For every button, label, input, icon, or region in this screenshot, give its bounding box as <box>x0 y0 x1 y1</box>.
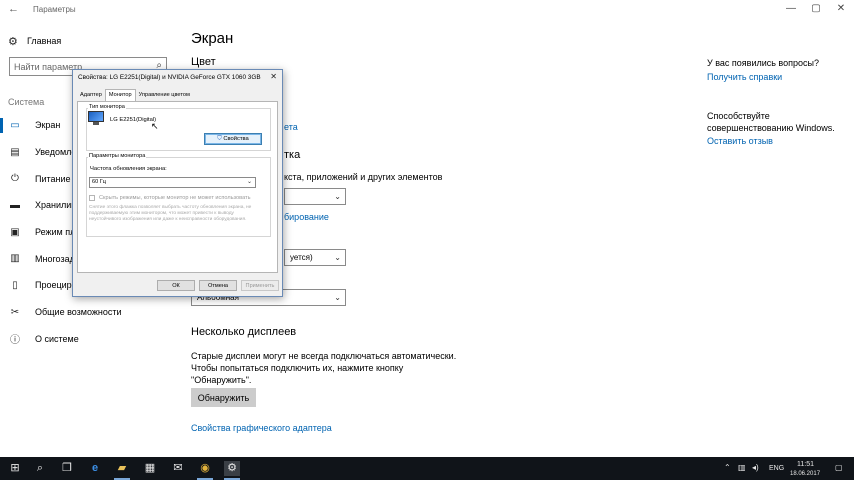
settings-icon[interactable]: ⚙ <box>224 461 240 476</box>
multiple-displays-description: Старые дисплеи могут не всегда подключат… <box>191 350 471 386</box>
taskbar: ⊞ ⌕ ❐ e ▰ ▦ ✉ ◉ ⚙ ⌃ ▥ ◂) ENG ▢ <box>0 457 854 480</box>
close-icon[interactable]: ✕ <box>270 72 277 81</box>
close-icon[interactable]: ✕ <box>831 3 851 14</box>
refresh-rate-label: Частота обновления экрана: <box>90 166 167 172</box>
description-line: Старые дисплеи могут не всегда подключат… <box>191 351 457 361</box>
display-icon: ▭ <box>10 119 20 131</box>
search-icon[interactable]: ⌕ <box>32 461 48 476</box>
monitor-icon <box>88 111 104 125</box>
back-arrow-icon[interactable]: ← <box>8 3 19 15</box>
tablet-icon: ▣ <box>10 226 20 238</box>
projecting-icon: ▯ <box>12 279 18 291</box>
notifications-icon: ▤ <box>10 146 20 158</box>
ok-button[interactable]: ОК <box>157 280 195 291</box>
chevron-down-icon: ⌄ <box>334 192 341 201</box>
refresh-rate-select[interactable]: 60 Гц ⌄ <box>89 177 256 188</box>
monitor-settings-group-label: Параметры монитора <box>88 153 147 159</box>
dialog-tabs: Адаптер Монитор Управление цветом <box>77 89 193 101</box>
color-heading: Цвет <box>191 56 216 68</box>
tab-color-management[interactable]: Управление цветом <box>136 90 193 101</box>
hide-modes-option: Скрыть режимы, которые монитор не может … <box>89 195 251 201</box>
gear-icon: ⚙ <box>8 35 18 48</box>
power-icon: ⏻ <box>11 173 19 185</box>
night-light-link[interactable]: ета <box>284 122 298 132</box>
custom-scaling-link[interactable]: бирование <box>284 212 329 222</box>
improve-windows-text: Способствуйте совершенствованию Windows. <box>707 111 835 133</box>
sidebar-home-label: Главная <box>27 36 62 46</box>
start-icon[interactable]: ⊞ <box>7 461 23 476</box>
adapter-properties-link[interactable]: Свойства графического адаптера <box>191 423 332 433</box>
info-icon: ⓘ <box>10 335 20 347</box>
hint-text: Снятие этого флажка позволяет выбрать ча… <box>89 205 252 222</box>
file-explorer-icon[interactable]: ▰ <box>114 461 130 476</box>
window-title: Параметры <box>33 5 76 14</box>
description-line: Чтобы попытаться подключить их, нажмите … <box>191 363 404 373</box>
sidebar-item-label: Экран <box>35 120 61 131</box>
minimize-icon[interactable]: — <box>781 3 801 14</box>
task-view-icon[interactable]: ❐ <box>59 461 75 476</box>
sidebar-home[interactable]: ⚙ Главная <box>8 34 61 48</box>
monitor-properties-dialog: Свойства: LG E2251(Digital) и NVIDIA GeF… <box>72 69 283 297</box>
chevron-down-icon: ⌄ <box>334 253 341 262</box>
properties-button-label: Свойства <box>223 135 249 142</box>
dialog-title: Свойства: LG E2251(Digital) и NVIDIA GeF… <box>78 74 261 81</box>
language-indicator[interactable]: ENG <box>769 465 784 472</box>
sidebar-item-label: Общие возможности <box>35 307 122 318</box>
scale-layout-heading: тка <box>284 149 301 161</box>
tab-adapter[interactable]: Адаптер <box>77 90 105 101</box>
apply-button: Применить <box>241 280 279 291</box>
multitasking-icon: ▥ <box>10 253 20 265</box>
sidebar-item-about[interactable]: ⓘ О системе <box>0 326 180 353</box>
tray-chevron-icon[interactable]: ⌃ <box>724 463 731 472</box>
clock-date[interactable]: 18.06.2017 <box>790 471 820 477</box>
mail-icon[interactable]: ✉ <box>170 461 186 476</box>
multiple-displays-heading: Несколько дисплеев <box>191 326 297 338</box>
monitor-properties-button[interactable]: ⛉ Свойства <box>204 133 262 145</box>
chrome-icon[interactable]: ◉ <box>197 461 213 476</box>
mouse-cursor-icon: ↖ <box>151 121 159 131</box>
monitor-name: LG E2251(Digital) <box>110 117 157 123</box>
shield-icon: ⛉ <box>217 135 222 142</box>
questions-heading: У вас появились вопросы? <box>707 58 819 68</box>
shared-experiences-icon: ✂ <box>10 306 20 318</box>
scale-description: кста, приложений и других элементов <box>284 172 443 182</box>
tab-monitor[interactable]: Монитор <box>104 89 136 101</box>
storage-icon: ▬ <box>10 199 20 211</box>
maximize-icon[interactable]: ▢ <box>806 3 826 14</box>
feedback-link[interactable]: Оставить отзыв <box>707 136 773 146</box>
resolution-dropdown[interactable]: уется) ⌄ <box>284 249 346 266</box>
store-icon[interactable]: ▦ <box>142 461 158 476</box>
notification-center-icon[interactable]: ▢ <box>835 463 843 472</box>
sidebar-item-label: О системе <box>35 333 79 344</box>
title-bar: ← Параметры — ▢ ✕ <box>0 0 854 20</box>
resolution-dropdown-value: уется) <box>290 253 313 262</box>
page-title: Экран <box>191 30 234 47</box>
sidebar-item-shared-experiences[interactable]: ✂ Общие возможности <box>0 299 180 326</box>
chevron-down-icon: ⌄ <box>334 293 341 302</box>
network-icon[interactable]: ▥ <box>738 463 746 472</box>
clock-time[interactable]: 11:51 <box>797 461 814 468</box>
scale-dropdown[interactable]: ⌄ <box>284 188 346 205</box>
detect-button[interactable]: Обнаружить <box>191 388 256 407</box>
sidebar-section-label: Система <box>8 97 45 107</box>
cancel-button[interactable]: Отмена <box>199 280 237 291</box>
hide-modes-label: Скрыть режимы, которые монитор не может … <box>99 195 251 201</box>
get-help-link[interactable]: Получить справки <box>707 72 782 82</box>
refresh-rate-value: 60 Гц <box>92 179 107 185</box>
edge-icon[interactable]: e <box>87 461 103 476</box>
description-line: "Обнаружить". <box>191 375 252 385</box>
monitor-type-group-label: Тип монитора <box>88 104 126 110</box>
volume-icon[interactable]: ◂) <box>752 463 759 472</box>
chevron-down-icon: ⌄ <box>246 179 252 185</box>
hide-modes-checkbox[interactable] <box>89 195 95 201</box>
